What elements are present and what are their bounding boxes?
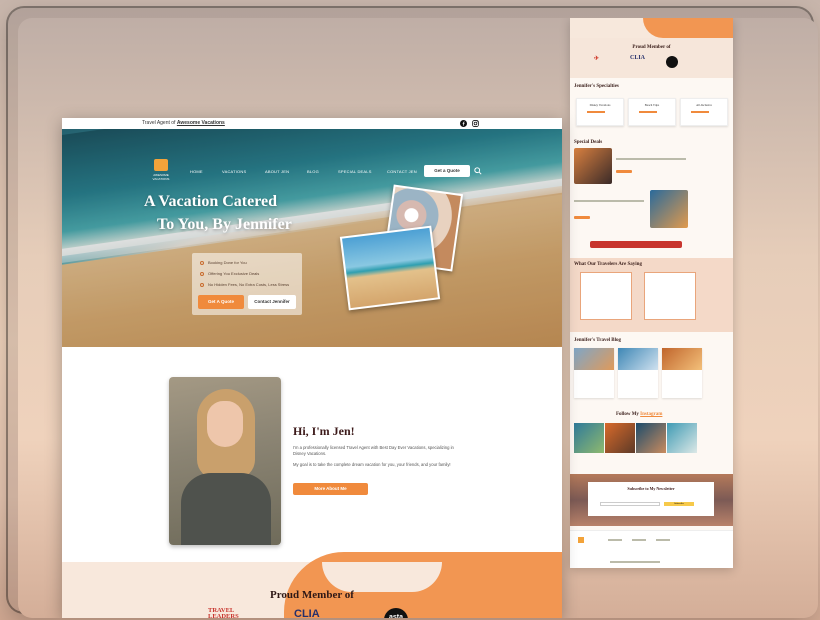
instagram-link[interactable]: Instagram (640, 412, 662, 417)
feature-item: No Hidden Fees, No Extra Costs, Less Str… (200, 282, 289, 287)
clia-logo: CLIA (630, 55, 646, 61)
preview-footer (570, 530, 733, 568)
preview-follow-heading: Follow My Instagram (616, 412, 663, 417)
hero-contact-button[interactable]: Contact Jennifer (248, 295, 296, 309)
subscribe-button[interactable]: Subscribe (664, 502, 694, 506)
blog-card[interactable] (618, 348, 658, 398)
clia-logo: CLIA (294, 608, 320, 618)
hero-title-line1: A Vacation Catered (144, 193, 278, 210)
deal-button[interactable] (616, 170, 632, 173)
screenshot: Proud Member of ✈ CLIA Jennifer's Specia… (0, 0, 820, 620)
hero-section: AWESOME VACATIONS HOME VACATIONS ABOUT J… (62, 129, 562, 347)
site-logo[interactable] (154, 159, 168, 171)
preview-blog-heading: Jennifer's Travel Blog (574, 338, 622, 343)
member-section: Proud Member of TRAVEL LEADERS NETWORK C… (62, 552, 562, 618)
deal-image (574, 148, 612, 184)
check-icon (200, 271, 204, 276)
hero-quote-button[interactable]: Get A Quote (198, 295, 244, 309)
blog-card[interactable] (574, 348, 614, 398)
preview-newsletter-section: Subscribe to My Newsletter Subscribe (570, 474, 733, 526)
travel-leaders-logo: TRAVEL LEADERS NETWORK (208, 607, 239, 618)
search-icon[interactable] (474, 167, 482, 175)
more-about-me-button[interactable]: More About Me (293, 483, 368, 495)
testimonial-card (580, 272, 632, 320)
specialty-card[interactable]: All-Inclusive (680, 98, 728, 126)
testimonial-card (644, 272, 696, 320)
nav-home[interactable]: HOME (190, 169, 203, 174)
about-heading: Hi, I'm Jen! (293, 424, 355, 438)
preview-testimonials-heading: What Our Travelers Are Saying (574, 262, 642, 267)
specialty-card[interactable]: Disney Vacations (576, 98, 624, 126)
preview-member-heading: Proud Member of (632, 45, 671, 50)
nav-about-jen[interactable]: ABOUT JEN (265, 169, 289, 174)
preview-specialties-heading: Jennifer's Specialties (574, 84, 619, 89)
instagram-icon[interactable] (472, 120, 479, 127)
instagram-photo[interactable] (574, 423, 604, 453)
full-page-preview: Proud Member of ✈ CLIA Jennifer's Specia… (570, 18, 733, 568)
home-page-preview: Travel Agent of Awesome Vacations AWESOM… (62, 118, 562, 618)
deal-banner (590, 241, 682, 248)
about-section: Hi, I'm Jen! I'm a professionally licens… (62, 347, 562, 562)
newsletter-email-input[interactable] (600, 502, 660, 506)
nav-special-deals[interactable]: SPECIAL DEALS (338, 169, 372, 174)
specialty-card[interactable]: Beach Trips (628, 98, 676, 126)
preview-top-strip (570, 18, 733, 38)
agent-tagline: Travel Agent of Awesome Vacations (142, 120, 225, 126)
hero-title-line2: To You, By Jennifer (157, 216, 292, 233)
about-paragraph: I'm a professionally licensed Travel Age… (293, 445, 454, 456)
hero-photo-beach (339, 225, 441, 311)
jennifer-photo (169, 377, 281, 545)
instagram-photo[interactable] (636, 423, 666, 453)
nav-vacations[interactable]: VACATIONS (222, 169, 246, 174)
device-screen: Proud Member of ✈ CLIA Jennifer's Specia… (18, 18, 818, 618)
nav-contact-jen[interactable]: CONTACT JEN (387, 169, 417, 174)
blog-card[interactable] (662, 348, 702, 398)
instagram-photo[interactable] (605, 423, 635, 453)
feature-item: Booking Done for You (200, 260, 247, 265)
travel-leaders-logo: ✈ (594, 56, 600, 62)
nav-quote-button[interactable]: Get a Quote (424, 165, 470, 177)
check-icon (200, 260, 204, 265)
preview-deals-heading: Special Deals (574, 140, 603, 145)
instagram-photo[interactable] (667, 423, 697, 453)
preview-member-section: Proud Member of ✈ CLIA (570, 38, 733, 78)
site-logo-text: AWESOME VACATIONS (152, 173, 170, 181)
about-paragraph: My goal is to take the complete dream va… (293, 462, 451, 467)
hero-feature-box: Booking Done for You Offering You Exclus… (192, 253, 302, 315)
agency-link[interactable]: Awesome Vacations (177, 120, 225, 126)
facebook-icon[interactable] (460, 120, 467, 127)
newsletter-heading: Subscribe to My Newsletter (627, 486, 675, 491)
top-bar: Travel Agent of Awesome Vacations (62, 118, 562, 129)
deal-image (650, 190, 688, 228)
member-heading: Proud Member of (270, 589, 354, 601)
deal-button[interactable] (574, 216, 590, 219)
feature-item: Offering You Exclusive Deals (200, 271, 259, 276)
device-frame: Proud Member of ✈ CLIA Jennifer's Specia… (8, 8, 818, 618)
asta-logo (666, 56, 678, 68)
check-icon (200, 282, 204, 287)
nav-blog[interactable]: BLOG (307, 169, 319, 174)
